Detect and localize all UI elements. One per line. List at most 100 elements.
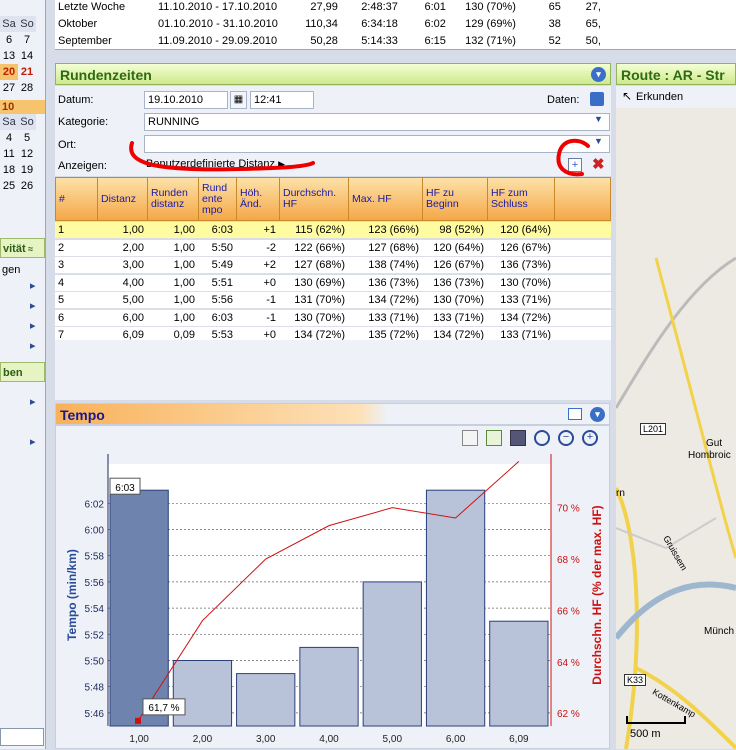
- calendar-day[interactable]: 18: [0, 162, 18, 178]
- calendar-day[interactable]: 11: [0, 146, 18, 162]
- summary-row[interactable]: Oktober 01.10.2010 - 31.10.2010 110,34 6:34…: [55, 15, 604, 32]
- calendar-row: 67: [0, 32, 45, 48]
- calendar-day[interactable]: So: [18, 16, 36, 32]
- cursor-icon[interactable]: ↖: [622, 89, 632, 103]
- summary-cell: 50,: [585, 34, 601, 47]
- search-box[interactable]: [0, 728, 44, 746]
- expand-arrows-2[interactable]: ▸ ▸: [0, 382, 45, 462]
- summary-row[interactable]: Letzte Woche 11.10.2010 - 17.10.2010 27,99…: [55, 0, 604, 15]
- calendar-day[interactable]: 7: [18, 32, 36, 48]
- column-header[interactable]: #: [56, 178, 98, 220]
- calendar-day[interactable]: 20: [0, 64, 18, 80]
- calendar-day[interactable]: 5: [18, 130, 36, 146]
- table-cell: 120 (64%): [500, 224, 551, 236]
- route-map[interactable]: L201 Gut Hombroic rn Gruissem Münch K33 …: [616, 108, 736, 749]
- table-row[interactable]: 4 4,00 1,00 5:51 +0 130 (69%) 136 (73%) 136 (73…: [55, 274, 611, 292]
- table-cell: 5:49: [211, 259, 233, 271]
- time-field[interactable]: 12:41: [250, 91, 314, 109]
- calendar-row: [0, 0, 45, 16]
- bar: [236, 673, 296, 727]
- column-header[interactable]: Runden distanz: [148, 178, 199, 220]
- place-label: Gut: [706, 438, 723, 449]
- calendar-day[interactable]: 25: [0, 178, 18, 194]
- table-cell: 127 (68%): [294, 259, 345, 271]
- calendar-day[interactable]: 21: [18, 64, 36, 80]
- table-cell: -2: [266, 241, 276, 254]
- table-cell: 3,00: [122, 259, 144, 271]
- delete-icon[interactable]: ✖: [592, 155, 605, 173]
- chevron-down-icon[interactable]: ▼: [594, 136, 603, 146]
- column-header[interactable]: Distanz: [98, 178, 148, 220]
- place-label: Münch: [704, 626, 735, 637]
- table-row[interactable]: 6 6,00 1,00 6:03 -1 130 (70%) 133 (71%) 133 (71…: [55, 309, 611, 327]
- summary-row[interactable]: September 11.09.2010 - 29.09.2010 50,28 5:1…: [55, 32, 604, 49]
- y-axis-label: Tempo (min/km): [65, 549, 79, 641]
- calendar-day[interactable]: Sa: [0, 16, 18, 32]
- table-cell: 136 (73%): [500, 259, 551, 271]
- calendar-day[interactable]: Sa: [0, 114, 18, 130]
- table-cell: 134 (72%): [368, 294, 419, 306]
- calendar-day[interactable]: 13: [0, 48, 18, 64]
- table-cell: 133 (71%): [368, 311, 419, 324]
- calendar-icon[interactable]: ▦: [230, 91, 247, 109]
- collapse-icon[interactable]: ≈: [26, 244, 33, 254]
- calendar-day[interactable]: 19: [18, 162, 36, 178]
- table-cell: 127 (68%): [368, 241, 419, 254]
- column-header[interactable]: Rund ente mpo: [199, 178, 237, 220]
- calendar-row: 20 21: [0, 64, 45, 80]
- table-row[interactable]: 2 2,00 1,00 5:50 -2 122 (66%) 127 (68%) 120 (64…: [55, 239, 611, 257]
- column-header[interactable]: Durchschn. HF: [280, 178, 349, 220]
- column-header[interactable]: Max. HF: [349, 178, 423, 220]
- data-icon[interactable]: [590, 92, 604, 106]
- summary-cell: 27,: [585, 0, 601, 13]
- summary-cell: 5:14:33: [361, 34, 398, 47]
- x-tick-label: 4,00: [319, 734, 339, 745]
- table-cell: 120 (64%): [433, 241, 484, 254]
- panel-menu-icon[interactable]: ▾: [591, 67, 606, 82]
- column-header[interactable]: HF zum Schluss: [488, 178, 555, 220]
- table-row[interactable]: 3 3,00 1,00 5:49 +2 127 (68%) 138 (74%) 126 (67…: [55, 257, 611, 274]
- activity-box-item[interactable]: gen: [0, 258, 45, 276]
- calendar-day[interactable]: 6: [0, 32, 18, 48]
- kategorie-label: Kategorie:: [58, 116, 109, 128]
- column-header[interactable]: Höh. Änd.: [237, 178, 280, 220]
- ort-label: Ort:: [58, 139, 77, 151]
- activity-box-header[interactable]: vität ≈: [0, 238, 45, 258]
- calendar-row: Sa So: [0, 16, 45, 32]
- calendar-row: 27 28: [0, 80, 45, 96]
- summary-cell: 6:34:18: [361, 17, 398, 30]
- calendar-row: 11 12: [0, 146, 45, 162]
- red-annotation-circle: [556, 138, 590, 177]
- x-tick-label: 6,09: [509, 734, 529, 745]
- column-header[interactable]: HF zu Beginn: [423, 178, 488, 220]
- place-label: rn: [616, 488, 625, 499]
- calendar-grid-bottom: Sa So 4 5 11 12 18 19 25 26: [0, 114, 45, 194]
- tooltip-text: 61,7 %: [148, 703, 179, 714]
- summary-cell: Letzte Woche: [58, 0, 126, 13]
- bar: [489, 620, 549, 727]
- explore-button[interactable]: Erkunden: [636, 91, 683, 103]
- calendar-day[interactable]: 12: [18, 146, 36, 162]
- second-box-header[interactable]: ben: [0, 362, 45, 382]
- y2-tick-label: 68 %: [557, 555, 580, 566]
- table-cell: 6: [58, 311, 65, 324]
- panel-menu-icon[interactable]: ▾: [590, 407, 605, 422]
- expand-arrows[interactable]: ▸ ▸ ▸ ▸: [0, 276, 45, 356]
- calendar-day[interactable]: 4: [0, 130, 18, 146]
- calendar-day[interactable]: [18, 0, 36, 16]
- calendar-day[interactable]: 14: [18, 48, 36, 64]
- category-select[interactable]: RUNNING: [144, 113, 610, 131]
- table-cell: 6,00: [122, 311, 144, 324]
- table-row[interactable]: 5 5,00 1,00 5:56 -1 131 (70%) 134 (72%) 130 (70…: [55, 292, 611, 309]
- calendar-day[interactable]: [0, 0, 18, 16]
- summary-cell: 11.10.2010 - 17.10.2010: [158, 0, 278, 13]
- chevron-down-icon[interactable]: ▼: [594, 114, 603, 124]
- layout-icon[interactable]: [568, 408, 582, 420]
- calendar-day[interactable]: 27: [0, 80, 18, 96]
- table-row[interactable]: 1 1,00 1,00 6:03 +1 115 (62%) 123 (66%) 98 (52%…: [55, 222, 611, 239]
- calendar-day[interactable]: 26: [18, 178, 36, 194]
- calendar-day[interactable]: 28: [18, 80, 36, 96]
- calendar-day[interactable]: So: [18, 114, 36, 130]
- date-field[interactable]: 19.10.2010: [144, 91, 228, 109]
- summary-cell: 6:02: [424, 17, 446, 30]
